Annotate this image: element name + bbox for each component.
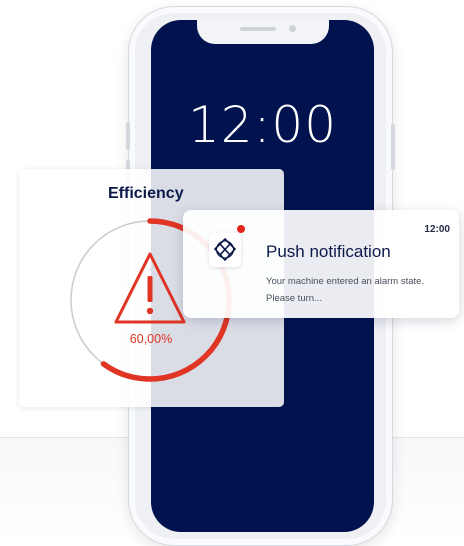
efficiency-title: Efficiency bbox=[108, 185, 184, 202]
notification-time: 12:00 bbox=[424, 224, 450, 235]
camera-icon bbox=[289, 25, 296, 32]
warning-triangle-icon bbox=[114, 252, 186, 324]
notification-body-line: Your machine entered an alarm state. bbox=[266, 276, 425, 287]
notification-body-line: Please turn... bbox=[266, 293, 322, 304]
notification-title: Push notification bbox=[266, 242, 391, 261]
notification-body: Your machine entered an alarm state. Ple… bbox=[266, 273, 446, 307]
phone-notch bbox=[197, 20, 329, 44]
efficiency-value: 60,00% bbox=[129, 332, 173, 346]
app-icon-tile bbox=[209, 233, 241, 267]
app-logo-icon bbox=[213, 237, 237, 262]
speaker-icon bbox=[240, 27, 276, 31]
volume-button bbox=[126, 122, 130, 150]
notification-badge bbox=[237, 225, 245, 233]
lock-screen-time: 12:00 bbox=[187, 96, 338, 154]
power-button bbox=[391, 124, 395, 170]
